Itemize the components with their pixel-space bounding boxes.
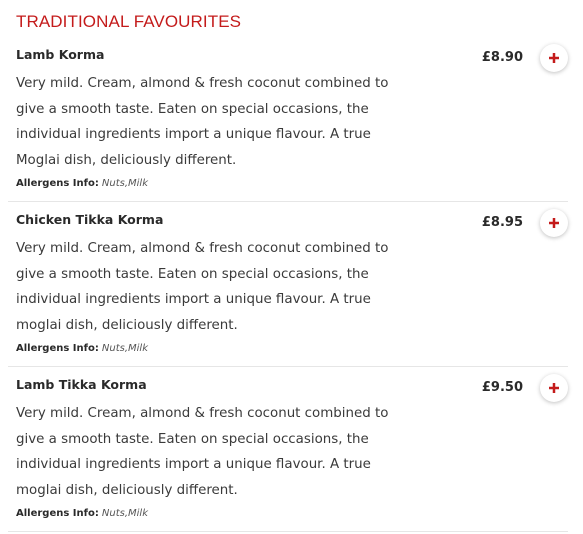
item-description: Very mild. Cream, almond & fresh coconut… bbox=[16, 241, 389, 333]
allergens-info: Allergens Info: Nuts,Milk bbox=[16, 177, 148, 191]
allergens-label: Allergens Info: bbox=[16, 508, 99, 519]
allergens-label: Allergens Info: bbox=[16, 178, 99, 189]
allergens-values: Nuts,Milk bbox=[101, 178, 148, 189]
menu-item: Chicken Tikka Korma £8.95 Very mild. Cre… bbox=[0, 203, 568, 367]
plus-icon bbox=[549, 53, 559, 63]
allergens-info: Allergens Info: Nuts,Milk bbox=[16, 342, 148, 356]
item-price: £8.90 bbox=[481, 50, 523, 65]
item-price: £9.50 bbox=[481, 380, 523, 395]
add-to-basket-button[interactable] bbox=[540, 209, 568, 237]
add-to-basket-button[interactable] bbox=[540, 44, 568, 72]
section-title: TRADITIONAL FAVOURITES bbox=[16, 12, 242, 31]
item-price: £8.95 bbox=[481, 215, 523, 230]
plus-icon bbox=[549, 383, 559, 393]
allergens-info: Allergens Info: Nuts,Milk bbox=[16, 507, 148, 521]
item-name: Lamb Korma bbox=[16, 47, 105, 62]
plus-icon bbox=[549, 218, 559, 228]
item-description: Very mild. Cream, almond & fresh coconut… bbox=[16, 76, 389, 168]
menu-item: Lamb Korma £8.90 Very mild. Cream, almon… bbox=[0, 38, 568, 202]
add-to-basket-button[interactable] bbox=[540, 374, 568, 402]
item-divider bbox=[8, 531, 568, 532]
allergens-values: Nuts,Milk bbox=[101, 343, 148, 354]
allergens-values: Nuts,Milk bbox=[101, 508, 148, 519]
item-description: Very mild. Cream, almond & fresh coconut… bbox=[16, 406, 389, 498]
menu-section: TRADITIONAL FAVOURITES Lamb Korma £8.90 … bbox=[0, 0, 583, 534]
allergens-label: Allergens Info: bbox=[16, 343, 99, 354]
item-name: Lamb Tikka Korma bbox=[16, 377, 147, 392]
item-name: Chicken Tikka Korma bbox=[16, 212, 164, 227]
menu-item: Lamb Tikka Korma £9.50 Very mild. Cream,… bbox=[0, 368, 568, 532]
item-divider bbox=[8, 366, 568, 367]
item-divider bbox=[8, 201, 568, 202]
